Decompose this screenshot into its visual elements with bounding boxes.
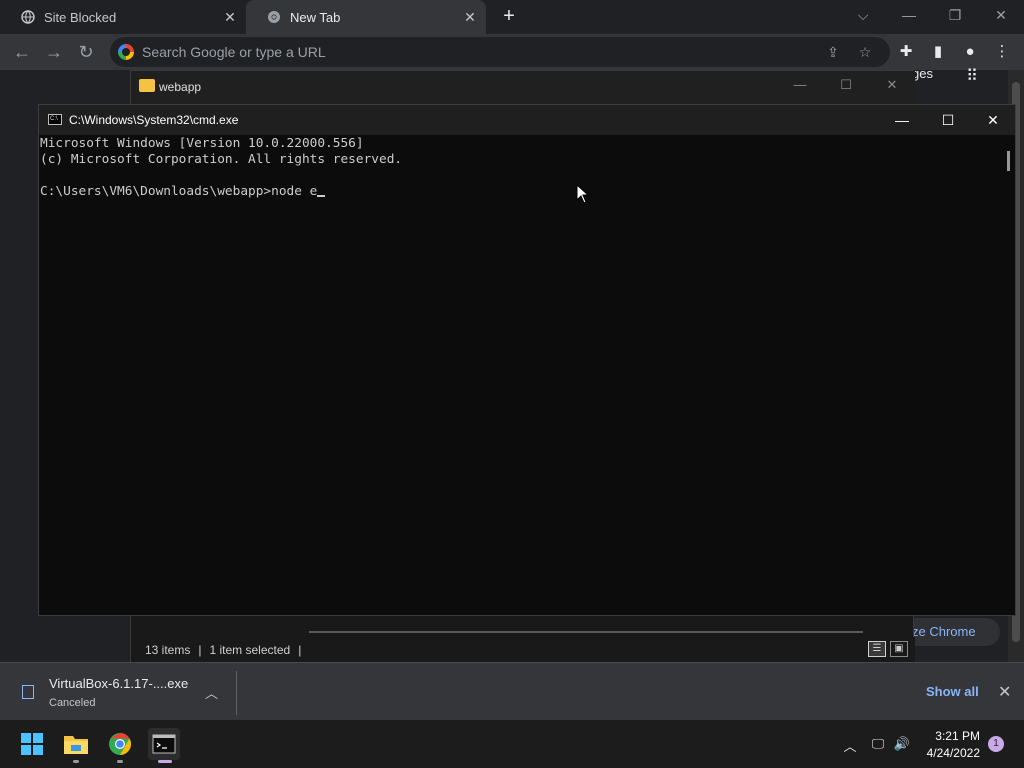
reload-icon[interactable]: ↻ bbox=[74, 40, 98, 64]
side-panel-icon[interactable]: ▮ bbox=[928, 42, 948, 62]
minimize-icon[interactable]: — bbox=[785, 77, 815, 97]
running-indicator bbox=[73, 760, 79, 763]
explorer-title-bar: webapp — ☐ ✕ bbox=[131, 71, 915, 105]
file-icon bbox=[22, 685, 34, 699]
apps-grid-icon[interactable]: ⠿ bbox=[962, 66, 982, 86]
chevron-up-icon[interactable]: ︿ bbox=[205, 683, 218, 702]
tab-site-blocked[interactable]: Site Blocked ✕ bbox=[0, 0, 246, 34]
clock-time[interactable]: 3:21 PM bbox=[928, 729, 980, 743]
file-explorer-icon[interactable] bbox=[60, 728, 92, 760]
explorer-status-bar: 13 items | 1 item selected | bbox=[131, 637, 915, 663]
extensions-puzzle-icon[interactable]: ✚ bbox=[896, 42, 916, 62]
running-indicator bbox=[117, 760, 123, 763]
console-line: (c) Microsoft Corporation. All rights re… bbox=[40, 152, 403, 167]
details-view-icon[interactable]: ☰ bbox=[868, 641, 886, 657]
command-prompt-window[interactable]: C:\ C:\Windows\System32\cmd.exe — ☐ ✕ Mi… bbox=[38, 104, 1016, 616]
chrome-taskbar-icon[interactable] bbox=[104, 728, 136, 760]
active-indicator bbox=[158, 760, 172, 763]
status-divider: | bbox=[298, 643, 302, 657]
close-tab-icon[interactable]: ✕ bbox=[462, 9, 478, 25]
volume-icon[interactable]: 🔊 bbox=[893, 736, 911, 752]
close-icon[interactable]: ✕ bbox=[877, 77, 907, 97]
restore-icon[interactable]: ❐ bbox=[932, 0, 978, 30]
cmd-taskbar-icon[interactable] bbox=[148, 728, 180, 760]
download-file-name[interactable]: VirtualBox-6.1.17-....exe bbox=[49, 676, 188, 691]
close-downloads-bar-icon[interactable]: ✕ bbox=[998, 682, 1011, 702]
folder-icon bbox=[139, 79, 155, 92]
share-icon[interactable]: ⇪ bbox=[824, 43, 842, 61]
browser-tab-strip: Site Blocked ✕ New Tab ✕ + ⌵ — ❐ ✕ bbox=[0, 0, 1024, 34]
back-arrow-icon[interactable]: ← bbox=[10, 40, 34, 64]
browser-toolbar: ← → ↻ Search Google or type a URL ⇪ ☆ ✚ … bbox=[0, 34, 1024, 70]
images-link-partial[interactable]: ges bbox=[912, 66, 933, 81]
omnibox[interactable]: Search Google or type a URL ⇪ ☆ bbox=[110, 37, 890, 67]
mouse-pointer-icon bbox=[576, 184, 590, 204]
clock-date[interactable]: 4/24/2022 bbox=[918, 746, 980, 760]
console-line: C:\Users\VM6\Downloads\webapp>node e bbox=[40, 184, 318, 199]
tab-search-chevron-icon[interactable]: ⌵ bbox=[840, 0, 886, 30]
text-cursor bbox=[317, 195, 326, 197]
maximize-icon[interactable]: ☐ bbox=[925, 105, 971, 135]
tab-title: Site Blocked bbox=[44, 9, 117, 25]
google-logo-icon bbox=[118, 44, 134, 60]
close-tab-icon[interactable]: ✕ bbox=[222, 9, 238, 25]
explorer-title: webapp bbox=[159, 80, 202, 94]
minimize-icon[interactable]: — bbox=[886, 0, 932, 30]
globe-icon bbox=[20, 9, 36, 25]
cmd-scrollbar[interactable] bbox=[1001, 135, 1015, 615]
network-icon[interactable]: 🖵 bbox=[869, 736, 887, 752]
windows-start-icon[interactable] bbox=[16, 728, 48, 760]
console-prompt-line[interactable]: C:\Users\VM6\Downloads\webapp>node e bbox=[40, 184, 1001, 200]
chrome-icon bbox=[266, 9, 282, 25]
cmd-app-icon: C:\ bbox=[48, 114, 62, 125]
omnibox-placeholder: Search Google or type a URL bbox=[142, 44, 326, 60]
menu-kebab-icon[interactable]: ⋮ bbox=[992, 42, 1012, 62]
cmd-scrollbar-thumb[interactable] bbox=[1007, 151, 1010, 171]
bookmark-star-icon[interactable]: ☆ bbox=[856, 43, 874, 61]
tiles-view-icon[interactable]: ▣ bbox=[890, 641, 908, 657]
show-hidden-icons-chevron-icon[interactable]: ︿ bbox=[841, 736, 859, 755]
status-divider: | bbox=[198, 643, 202, 657]
explorer-horizontal-scrollbar[interactable] bbox=[309, 631, 863, 633]
download-status: Canceled bbox=[49, 697, 96, 709]
profile-avatar-icon[interactable]: ● bbox=[960, 42, 980, 62]
forward-arrow-icon[interactable]: → bbox=[42, 40, 66, 64]
close-icon[interactable]: ✕ bbox=[970, 105, 1016, 135]
console-line: Microsoft Windows [Version 10.0.22000.55… bbox=[40, 136, 364, 151]
show-all-downloads-link[interactable]: Show all bbox=[926, 684, 979, 699]
new-tab-plus-icon[interactable]: + bbox=[498, 6, 520, 27]
cmd-title-bar[interactable]: C:\ C:\Windows\System32\cmd.exe — ☐ ✕ bbox=[39, 105, 1015, 135]
cmd-console-output[interactable]: Microsoft Windows [Version 10.0.22000.55… bbox=[39, 135, 1001, 615]
item-count: 13 items bbox=[145, 643, 191, 657]
cmd-title: C:\Windows\System32\cmd.exe bbox=[69, 113, 239, 127]
downloads-divider bbox=[236, 671, 237, 715]
customize-chrome-button[interactable]: ze Chrome bbox=[900, 618, 1000, 646]
minimize-icon[interactable]: — bbox=[879, 105, 925, 135]
selection-count: 1 item selected bbox=[209, 643, 291, 657]
tab-new-tab[interactable]: New Tab ✕ bbox=[246, 0, 486, 34]
downloads-bar: VirtualBox-6.1.17-....exe Canceled ︿ Sho… bbox=[0, 662, 1024, 720]
windows-taskbar: ︿ 🖵 🔊 3:21 PM 4/24/2022 1 bbox=[0, 720, 1024, 768]
close-window-icon[interactable]: ✕ bbox=[978, 0, 1024, 30]
notification-badge[interactable]: 1 bbox=[988, 736, 1004, 752]
tab-title: New Tab bbox=[290, 9, 341, 25]
maximize-icon[interactable]: ☐ bbox=[831, 77, 861, 97]
